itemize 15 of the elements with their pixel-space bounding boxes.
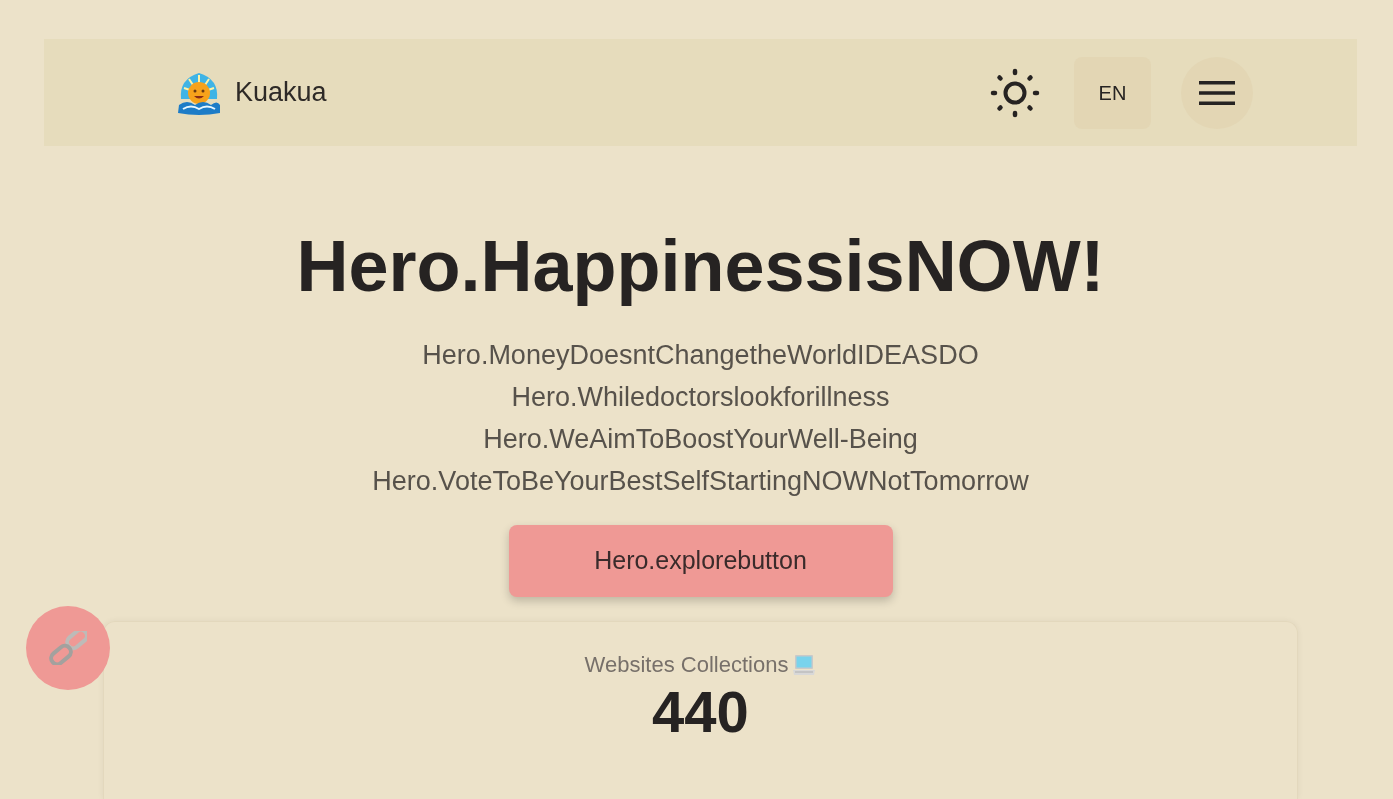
brand-name[interactable]: Kuakua: [235, 72, 327, 113]
hero-title: Hero.HappinessisNOW!: [295, 225, 1106, 308]
chain-link-icon: [49, 631, 87, 665]
hero-tagline: Hero.Whiledoctorslookforillness: [511, 381, 890, 414]
hero-tagline: Hero.WeAimToBoostYourWell-Being: [483, 423, 918, 456]
stat-label: Websites Collections: [584, 651, 789, 679]
language-button[interactable]: EN: [1074, 56, 1151, 129]
explore-button[interactable]: Hero.explorebutton: [508, 525, 893, 597]
hero-tagline: Hero.MoneyDoesntChangetheWorldIDEASDO: [422, 339, 979, 372]
hero-tagline: Hero.VoteToBeYourBestSelfStartingNOWNotTomorrow: [372, 465, 1029, 498]
laptop-icon: [792, 654, 817, 676]
stat-value: 440: [652, 680, 749, 744]
theme-toggle-button[interactable]: [989, 66, 1041, 119]
sun-icon: [990, 67, 1040, 118]
menu-icon: [1199, 80, 1235, 105]
